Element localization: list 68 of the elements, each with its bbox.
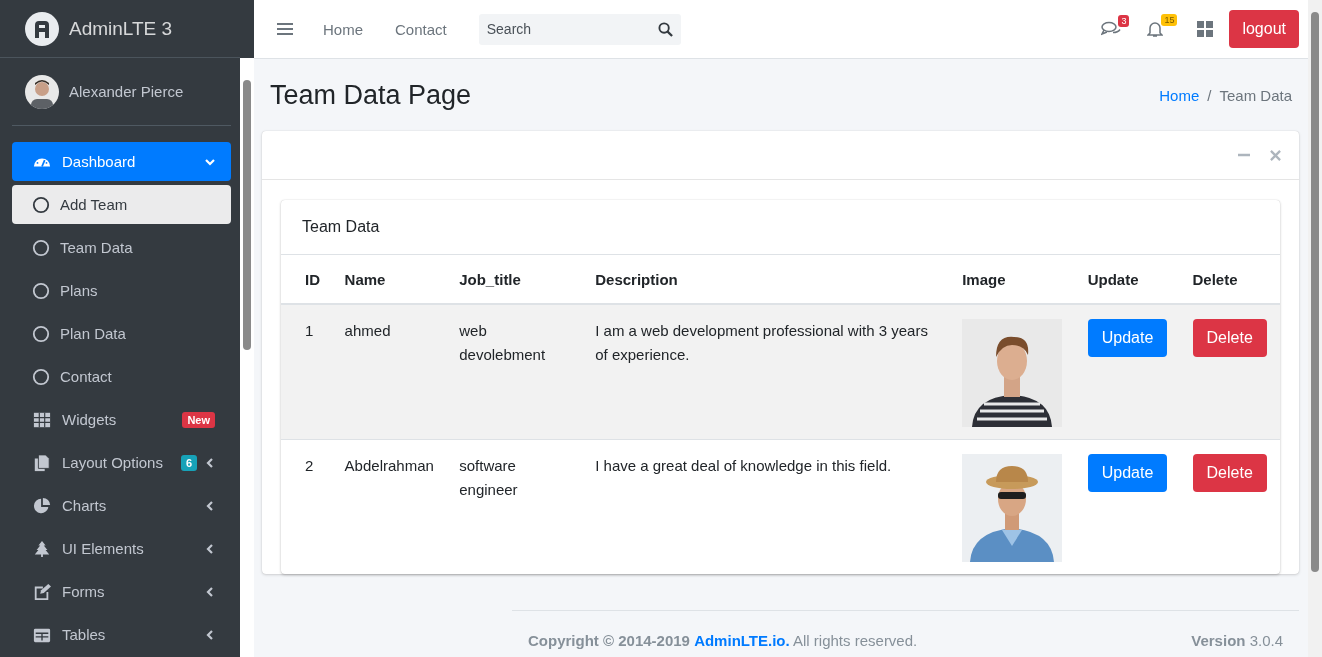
circle-icon <box>32 324 50 343</box>
scrollbar-thumb[interactable] <box>1311 12 1319 572</box>
count-badge: New <box>182 411 215 428</box>
circle-icon <box>32 195 50 214</box>
search-field[interactable]: Search <box>478 13 650 45</box>
sidebar-subitem[interactable]: Plan Data <box>12 314 231 353</box>
breadcrumb-separator: / <box>1207 86 1212 104</box>
nav-link[interactable]: Contact <box>395 20 447 38</box>
chevron-down-icon <box>205 156 215 167</box>
sidebar-item[interactable]: UI Elements <box>12 529 231 568</box>
sidebar-subitem[interactable]: Plans <box>12 271 231 310</box>
brand-logo-icon <box>25 11 59 46</box>
update-button[interactable]: Update <box>1087 454 1168 492</box>
sidebar-item[interactable]: Tables <box>12 615 231 654</box>
scrollbar[interactable] <box>1308 0 1322 657</box>
chevron-left-icon <box>205 543 215 554</box>
sidebar-subitem[interactable]: Team Data <box>12 228 231 267</box>
scrollbar-thumb[interactable] <box>243 80 251 350</box>
sidebar-item[interactable]: Layout Options 6 <box>12 443 231 482</box>
sidebar-subitem[interactable]: Add Team <box>12 185 231 224</box>
count-badge: 15 <box>1161 14 1178 26</box>
search-icon[interactable] <box>657 21 673 37</box>
page-title: Team Data Page <box>270 79 472 111</box>
version-text: Version 3.0.4 <box>1191 631 1283 649</box>
breadcrumb-current: Team Data <box>1219 86 1292 104</box>
table-cell: ahmed <box>344 322 391 339</box>
table-cell: software engineer <box>459 457 518 498</box>
chevron-left-icon <box>205 629 215 640</box>
card-title: Team Data <box>281 200 1280 255</box>
nav-link[interactable]: Home <box>323 20 363 38</box>
search-button[interactable] <box>649 13 681 45</box>
table-cell: I am a web development professional with 3 years of experience. <box>595 322 928 363</box>
table-cell: I have a great deal of knowledge in this field. <box>595 457 892 474</box>
table-cell: Abdelrahman <box>344 457 434 474</box>
chevron-left-icon <box>205 500 215 511</box>
copyright-text: Copyright © 2014-2019 AdminLTE.io. All rights reserved. <box>528 631 918 649</box>
sidebar-item[interactable]: Charts <box>12 486 231 525</box>
grid-icon <box>32 410 52 429</box>
count-badge: 3 <box>1118 15 1130 27</box>
logout-button[interactable]: logout <box>1229 10 1299 48</box>
count-badge: 6 <box>180 454 197 471</box>
grid-icon[interactable] <box>1197 21 1214 37</box>
table-cell: 1 <box>305 322 314 339</box>
edit-icon <box>32 582 52 601</box>
sidebar-item[interactable]: Widgets New <box>12 400 231 439</box>
sidebar-item[interactable]: Forms <box>12 572 231 611</box>
copy-icon <box>32 453 52 472</box>
chevron-left-icon <box>205 586 215 597</box>
pie-icon <box>32 496 52 515</box>
chevron-left-icon <box>205 457 215 468</box>
table-cell: web devolebment <box>459 322 546 363</box>
circle-icon <box>32 367 50 386</box>
table-cell: 2 <box>305 457 314 474</box>
sidebar-subitem[interactable]: Contact <box>12 357 231 396</box>
update-button[interactable]: Update <box>1087 319 1168 357</box>
brand-name[interactable]: AdminLTE 3 <box>69 17 173 40</box>
user-name[interactable]: Alexander Pierce <box>69 83 184 100</box>
delete-button[interactable]: Delete <box>1192 454 1267 492</box>
footer-link[interactable]: AdminLTE.io. <box>694 631 790 649</box>
breadcrumb-link[interactable]: Home <box>1159 86 1200 104</box>
circle-icon <box>32 238 50 257</box>
bell-icon[interactable] <box>1147 20 1164 38</box>
chat-icon[interactable] <box>1101 21 1122 37</box>
delete-button[interactable]: Delete <box>1192 319 1267 357</box>
menu-icon[interactable] <box>277 22 293 36</box>
circle-icon <box>32 281 50 300</box>
scrollbar[interactable] <box>240 58 254 657</box>
sidebar-item[interactable]: Dashboard <box>12 142 231 181</box>
